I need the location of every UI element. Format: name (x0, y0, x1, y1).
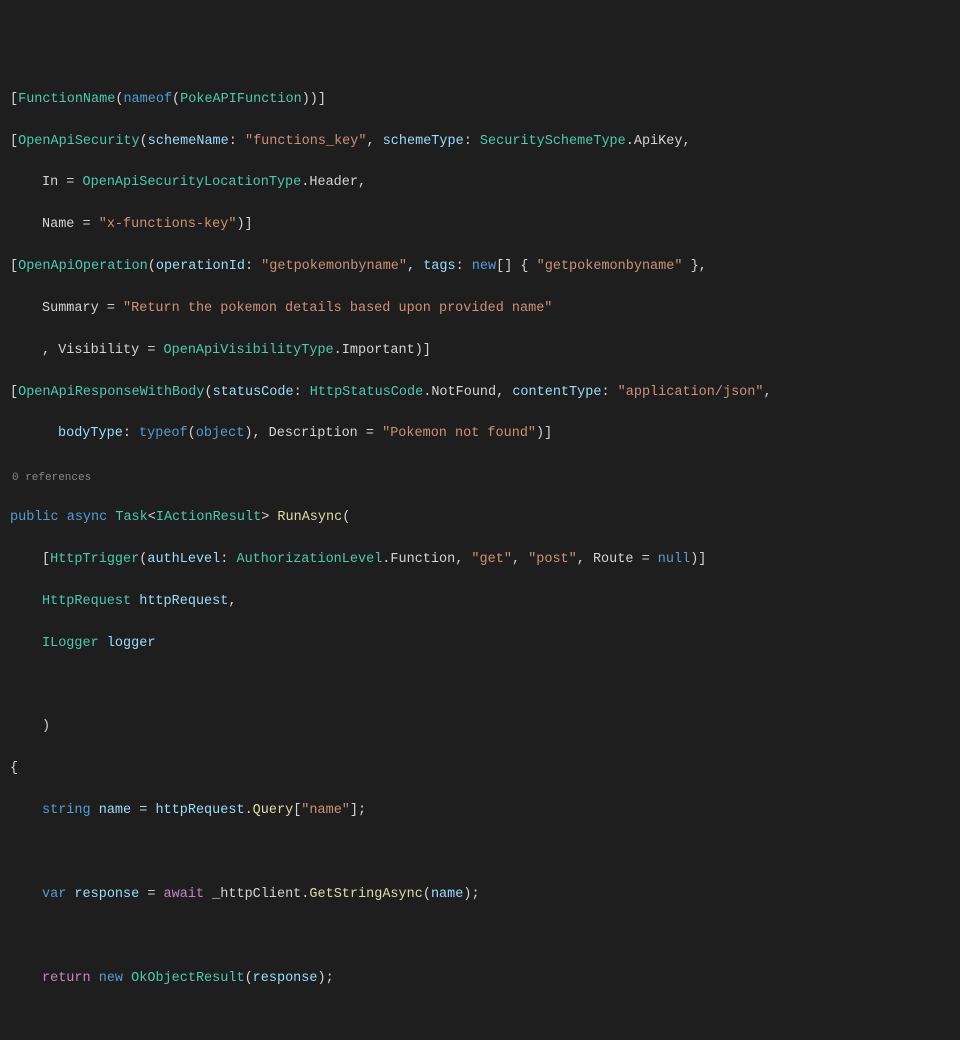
codelens-references[interactable]: 0 references (10, 470, 950, 487)
code-line (10, 676, 950, 697)
code-line: { (10, 759, 950, 780)
code-line: ) (10, 717, 950, 738)
code-line: [OpenApiSecurity(schemeName: "functions_… (10, 132, 950, 153)
code-line: [OpenApiResponseWithBody(statusCode: Htt… (10, 383, 950, 404)
code-line: , Visibility = OpenApiVisibilityType.Imp… (10, 341, 950, 362)
code-line (10, 927, 950, 948)
code-line: return new OkObjectResult(response); (10, 969, 950, 990)
code-line: Summary = "Return the pokemon details ba… (10, 299, 950, 320)
code-line (10, 1010, 950, 1031)
code-block: [FunctionName(nameof(PokeAPIFunction))] … (10, 90, 950, 1040)
code-line: HttpRequest httpRequest, (10, 592, 950, 613)
code-line: public async Task<IActionResult> RunAsyn… (10, 508, 950, 529)
code-line: In = OpenApiSecurityLocationType.Header, (10, 173, 950, 194)
code-line: [FunctionName(nameof(PokeAPIFunction))] (10, 90, 950, 111)
code-line: Name = "x-functions-key")] (10, 215, 950, 236)
code-line: [OpenApiOperation(operationId: "getpokem… (10, 257, 950, 278)
code-line: var response = await _httpClient.GetStri… (10, 885, 950, 906)
code-line (10, 843, 950, 864)
code-line: [HttpTrigger(authLevel: AuthorizationLev… (10, 550, 950, 571)
code-line: string name = httpRequest.Query["name"]; (10, 801, 950, 822)
code-line: ILogger logger (10, 634, 950, 655)
code-line: bodyType: typeof(object), Description = … (10, 424, 950, 445)
